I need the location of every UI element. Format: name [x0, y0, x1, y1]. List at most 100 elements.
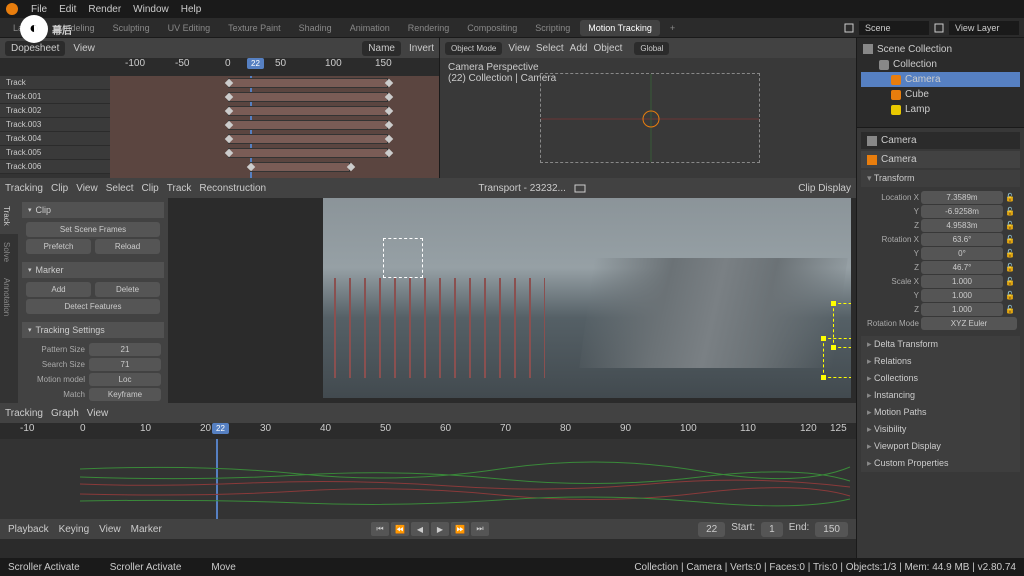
rotation-x-input[interactable]: 63.6°: [921, 233, 1003, 246]
clip-reconstruction-menu[interactable]: Reconstruction: [199, 183, 266, 194]
dopesheet-ruler[interactable]: -100 -50 0 22 50 100 150: [0, 58, 439, 76]
tab-animation[interactable]: Animation: [342, 20, 398, 36]
track-row[interactable]: Track.004: [0, 132, 110, 146]
match-select[interactable]: Keyframe: [89, 388, 161, 401]
view-layer-input[interactable]: [949, 21, 1019, 35]
graph-area[interactable]: [0, 439, 856, 519]
transform-section[interactable]: Transform: [861, 170, 1020, 187]
vp-object-menu[interactable]: Object: [593, 43, 622, 54]
marker-delete-button[interactable]: Delete: [95, 282, 160, 297]
graph-view-menu[interactable]: View: [87, 408, 109, 419]
dopesheet-timeline[interactable]: [110, 76, 439, 178]
custom-properties-section[interactable]: Custom Properties: [861, 455, 1020, 472]
3d-viewport-area[interactable]: Camera Perspective(22) Collection | Came…: [440, 58, 856, 178]
graph-ruler[interactable]: -10 0 10 20 22 30 40 50 60 70 80 90 100 …: [0, 423, 856, 439]
tab-uv[interactable]: UV Editing: [160, 20, 219, 36]
graph-submode[interactable]: Graph: [51, 408, 79, 419]
visibility-section[interactable]: Visibility: [861, 421, 1020, 438]
marker-add-button[interactable]: Add: [26, 282, 91, 297]
keyframe-next-button[interactable]: ⏩: [451, 522, 469, 536]
dopesheet-view-menu[interactable]: View: [73, 43, 95, 54]
outliner-lamp[interactable]: Lamp: [905, 104, 930, 115]
set-scene-frames-button[interactable]: Set Scene Frames: [26, 222, 160, 237]
menu-file[interactable]: File: [31, 4, 47, 15]
scale-x-input[interactable]: 1.000: [921, 275, 1003, 288]
clip-display[interactable]: Clip Display: [798, 183, 851, 194]
tab-rendering[interactable]: Rendering: [400, 20, 458, 36]
track-row[interactable]: Track: [0, 76, 110, 90]
location-z-input[interactable]: 4.9583m: [921, 219, 1003, 232]
playback-menu[interactable]: Playback: [8, 524, 49, 535]
dopesheet-invert[interactable]: Invert: [409, 43, 434, 54]
scale-y-input[interactable]: 1.000: [921, 289, 1003, 302]
outliner-camera[interactable]: Camera: [905, 74, 941, 85]
viewport-display-section[interactable]: Viewport Display: [861, 438, 1020, 455]
end-frame-input[interactable]: 150: [815, 522, 848, 537]
tab-motion-tracking[interactable]: Motion Tracking: [580, 20, 660, 36]
object-name-field[interactable]: Camera: [881, 154, 917, 165]
clip-filename[interactable]: Transport - 23232...: [478, 183, 565, 194]
clip-track-menu[interactable]: Track: [167, 183, 192, 194]
clip-mode[interactable]: Tracking: [5, 183, 43, 194]
prefetch-button[interactable]: Prefetch: [26, 239, 91, 254]
tab-texture[interactable]: Texture Paint: [220, 20, 289, 36]
viewport-mode[interactable]: Object Mode: [445, 42, 502, 55]
delta-transform-section[interactable]: Delta Transform: [861, 336, 1020, 353]
vtab-track[interactable]: Track: [0, 198, 18, 234]
graph-mode[interactable]: Tracking: [5, 408, 43, 419]
clip-view-area[interactable]: [168, 178, 856, 403]
panel-marker-title[interactable]: Marker: [22, 262, 164, 278]
menu-window[interactable]: Window: [133, 4, 169, 15]
play-button[interactable]: ▶: [431, 522, 449, 536]
rotation-mode-select[interactable]: XYZ Euler: [921, 317, 1017, 330]
menu-edit[interactable]: Edit: [59, 4, 76, 15]
vp-add-menu[interactable]: Add: [570, 43, 588, 54]
motion-paths-section[interactable]: Motion Paths: [861, 404, 1020, 421]
jump-end-button[interactable]: ⏭: [471, 522, 489, 536]
search-size-input[interactable]: 71: [89, 358, 161, 371]
clip-select-menu[interactable]: Select: [106, 183, 134, 194]
dopesheet-name-field[interactable]: Name: [362, 41, 401, 56]
tab-add[interactable]: +: [662, 20, 683, 36]
collections-section[interactable]: Collections: [861, 370, 1020, 387]
play-reverse-button[interactable]: ◀: [411, 522, 429, 536]
panel-clip-title[interactable]: Clip: [22, 202, 164, 218]
panel-tracking-title[interactable]: Tracking Settings: [22, 322, 164, 338]
clip-submode[interactable]: Clip: [51, 183, 68, 194]
tab-compositing[interactable]: Compositing: [459, 20, 525, 36]
clip-view-menu[interactable]: View: [76, 183, 98, 194]
keyframe-prev-button[interactable]: ⏪: [391, 522, 409, 536]
vp-view-menu[interactable]: View: [508, 43, 530, 54]
pb-view-menu[interactable]: View: [99, 524, 121, 535]
track-row[interactable]: Track.005: [0, 146, 110, 160]
current-frame-input[interactable]: 22: [698, 522, 725, 537]
menu-render[interactable]: Render: [88, 4, 121, 15]
menu-help[interactable]: Help: [181, 4, 202, 15]
track-row[interactable]: Track.003: [0, 118, 110, 132]
location-x-input[interactable]: 7.3589m: [921, 191, 1003, 204]
tab-shading[interactable]: Shading: [291, 20, 340, 36]
motion-model-select[interactable]: Loc: [89, 373, 161, 386]
detect-features-button[interactable]: Detect Features: [26, 299, 160, 314]
vtab-solve[interactable]: Solve: [0, 234, 18, 270]
tab-scripting[interactable]: Scripting: [527, 20, 578, 36]
clip-clip-menu[interactable]: Clip: [142, 183, 159, 194]
jump-start-button[interactable]: ⏮: [371, 522, 389, 536]
track-row[interactable]: Track.001: [0, 90, 110, 104]
vp-select-menu[interactable]: Select: [536, 43, 564, 54]
pb-marker-menu[interactable]: Marker: [131, 524, 162, 535]
reload-button[interactable]: Reload: [95, 239, 160, 254]
instancing-section[interactable]: Instancing: [861, 387, 1020, 404]
location-y-input[interactable]: -6.9258m: [921, 205, 1003, 218]
keying-menu[interactable]: Keying: [59, 524, 90, 535]
track-row[interactable]: Track.002: [0, 104, 110, 118]
tab-sculpting[interactable]: Sculpting: [105, 20, 158, 36]
outliner-cube[interactable]: Cube: [905, 89, 929, 100]
rotation-y-input[interactable]: 0°: [921, 247, 1003, 260]
scene-name-input[interactable]: [859, 21, 929, 35]
scale-z-input[interactable]: 1.000: [921, 303, 1003, 316]
pattern-size-input[interactable]: 21: [89, 343, 161, 356]
folder-icon[interactable]: [574, 182, 586, 194]
relations-section[interactable]: Relations: [861, 353, 1020, 370]
start-frame-input[interactable]: 1: [761, 522, 783, 537]
